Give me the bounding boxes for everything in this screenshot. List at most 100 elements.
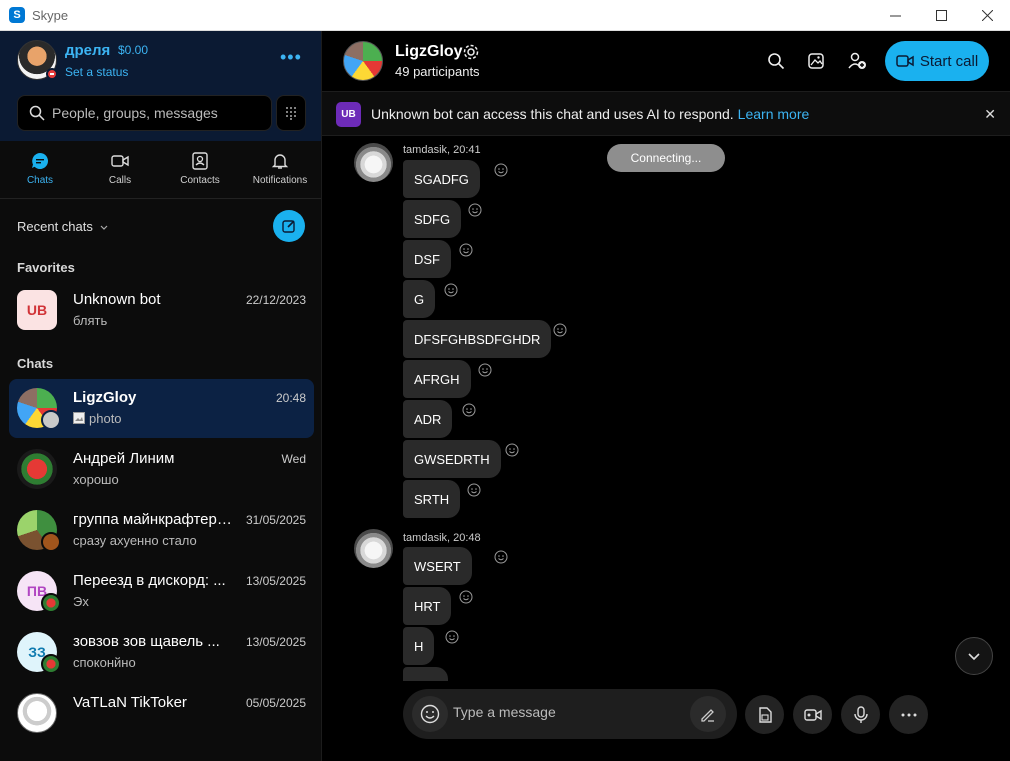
more-horizontal-icon [901,713,916,716]
message-bubble[interactable]: HRT [403,587,452,625]
microphone-icon [853,705,868,723]
react-emoji-icon[interactable] [462,403,476,417]
close-icon [981,10,993,21]
minimize-button[interactable] [872,0,918,31]
dnd-status-icon [46,68,58,80]
maximize-button[interactable] [918,0,964,31]
send-file-button[interactable] [745,695,784,734]
format-text-button[interactable] [690,696,726,732]
call-icon [896,55,914,67]
unknown-bot-avatar: UB [17,290,57,330]
react-emoji-icon[interactable] [494,550,508,564]
nav-tabs: Chats Calls Contacts Notifications [0,141,321,199]
more-actions-button[interactable] [889,695,928,734]
new-chat-button[interactable] [273,210,305,242]
message-bubble[interactable]: SDFG [403,200,462,238]
voice-message-button[interactable] [841,695,880,734]
chat-item-andrey[interactable]: Андрей Линим хорошо Wed [9,440,314,499]
message-bubble[interactable]: SGADFG [403,160,480,198]
gallery-button[interactable] [805,50,827,72]
react-emoji-icon[interactable] [468,203,482,217]
member-avatar [41,593,61,613]
close-window-button[interactable] [964,0,1010,31]
chat-preview: хорошо [73,472,119,487]
skype-logo-icon: S [9,7,25,23]
message-bubble[interactable]: AFRGH [403,360,471,398]
tab-contacts[interactable]: Contacts [160,141,240,198]
react-emoji-icon[interactable] [553,323,567,337]
recent-chats-dropdown[interactable]: Recent chats [17,219,109,234]
message-bubble[interactable]: ADR [403,400,453,438]
tab-notifications[interactable]: Notifications [240,141,320,198]
message-bubble[interactable]: SRTH [403,480,461,518]
dialpad-button[interactable] [276,95,306,131]
profile-balance[interactable]: $0.00 [118,43,148,57]
react-emoji-icon[interactable] [444,283,458,297]
chat-item-vatlan[interactable]: VaTLaN TikToker 05/05/2025 [9,684,314,743]
sender-avatar[interactable] [354,143,393,182]
maximize-icon [935,10,947,21]
window-title: Skype [32,7,69,23]
scroll-to-bottom-button[interactable] [955,637,993,675]
tab-chats[interactable]: Chats [0,141,80,198]
chat-item-ligzgloy[interactable]: LigzGloy photo 20:48 [9,379,314,438]
window-controls [872,0,1010,31]
more-options-button[interactable]: ••• [280,47,302,68]
close-banner-button[interactable]: ✕ [984,106,996,123]
chat-name: VaTLaN TikToker [73,694,187,711]
emoji-button[interactable] [412,696,448,732]
favorite-item-unknown-bot[interactable]: UB Unknown bot блять 22/12/2023 [9,281,314,340]
learn-more-link[interactable]: Learn more [738,106,810,122]
video-message-icon [803,708,822,721]
message-bubble[interactable]: G [403,280,436,318]
message-bubble[interactable]: DFSFGHBSDFGHDR [403,320,552,358]
search-box[interactable] [17,95,272,131]
chat-name: Андрей Линим [73,450,175,467]
chat-item-zovzov[interactable]: ЗЗ зовзов зов щавель ... споконйно 13/05… [9,623,314,682]
react-emoji-icon[interactable] [505,443,519,457]
search-chat-button[interactable] [765,50,787,72]
message-bubble[interactable]: GWSEDRTH [403,440,501,478]
react-emoji-icon[interactable] [459,243,473,257]
add-people-button[interactable] [846,50,868,72]
message-meta: tamdasik, 20:41 [403,144,481,156]
search-icon [29,105,45,121]
tab-calls[interactable]: Calls [80,141,160,198]
sketch-avatar [17,693,57,733]
react-emoji-icon[interactable] [459,590,473,604]
message-input[interactable] [453,704,683,720]
group-avatar[interactable] [343,41,383,81]
message-bubble[interactable]: DSF [403,240,451,278]
chat-item-discord-move[interactable]: ПВ Переезд в дискорд: ... Эх 13/05/2025 [9,562,314,621]
window-titlebar: S Skype [0,0,1010,31]
react-emoji-icon[interactable] [478,363,492,377]
chat-preview: споконйно [73,655,136,670]
react-emoji-icon[interactable] [445,630,459,644]
chat-name: Переезд в дискорд: ... [73,572,226,589]
sidebar: дреля $0.00 Set a status ••• People, gro… [0,31,322,761]
message-bubble-partial[interactable] [403,667,448,681]
profile-name[interactable]: дреля [65,42,110,59]
member-avatar [41,532,61,552]
react-emoji-icon[interactable] [467,483,481,497]
video-message-button[interactable] [793,695,832,734]
message-bubble[interactable]: WSERT [403,547,472,585]
chat-item-minecraft-group[interactable]: группа майнкрафтеров сразу ахуенно стало… [9,501,314,560]
participants-count[interactable]: 49 participants [395,64,480,79]
photo-icon [73,412,85,424]
message-bubble[interactable]: H [403,627,435,665]
tab-calls-label: Calls [108,175,132,186]
contacts-icon [192,152,208,170]
gear-icon[interactable] [462,43,480,61]
set-status-link[interactable]: Set a status [65,65,128,79]
banner-message: Unknown bot can access this chat and use… [371,106,734,122]
tab-notifications-label: Notifications [252,175,308,186]
chat-time: 20:48 [275,391,306,405]
sender-avatar[interactable] [354,529,393,568]
chat-time: 13/05/2025 [245,574,306,588]
start-call-button[interactable]: Start call [885,41,989,81]
search-input[interactable] [52,105,262,121]
react-emoji-icon[interactable] [494,163,508,177]
conversation-header: LigzGloy 49 participants Start call [322,31,1010,91]
conversation-title[interactable]: LigzGloy [395,43,463,61]
